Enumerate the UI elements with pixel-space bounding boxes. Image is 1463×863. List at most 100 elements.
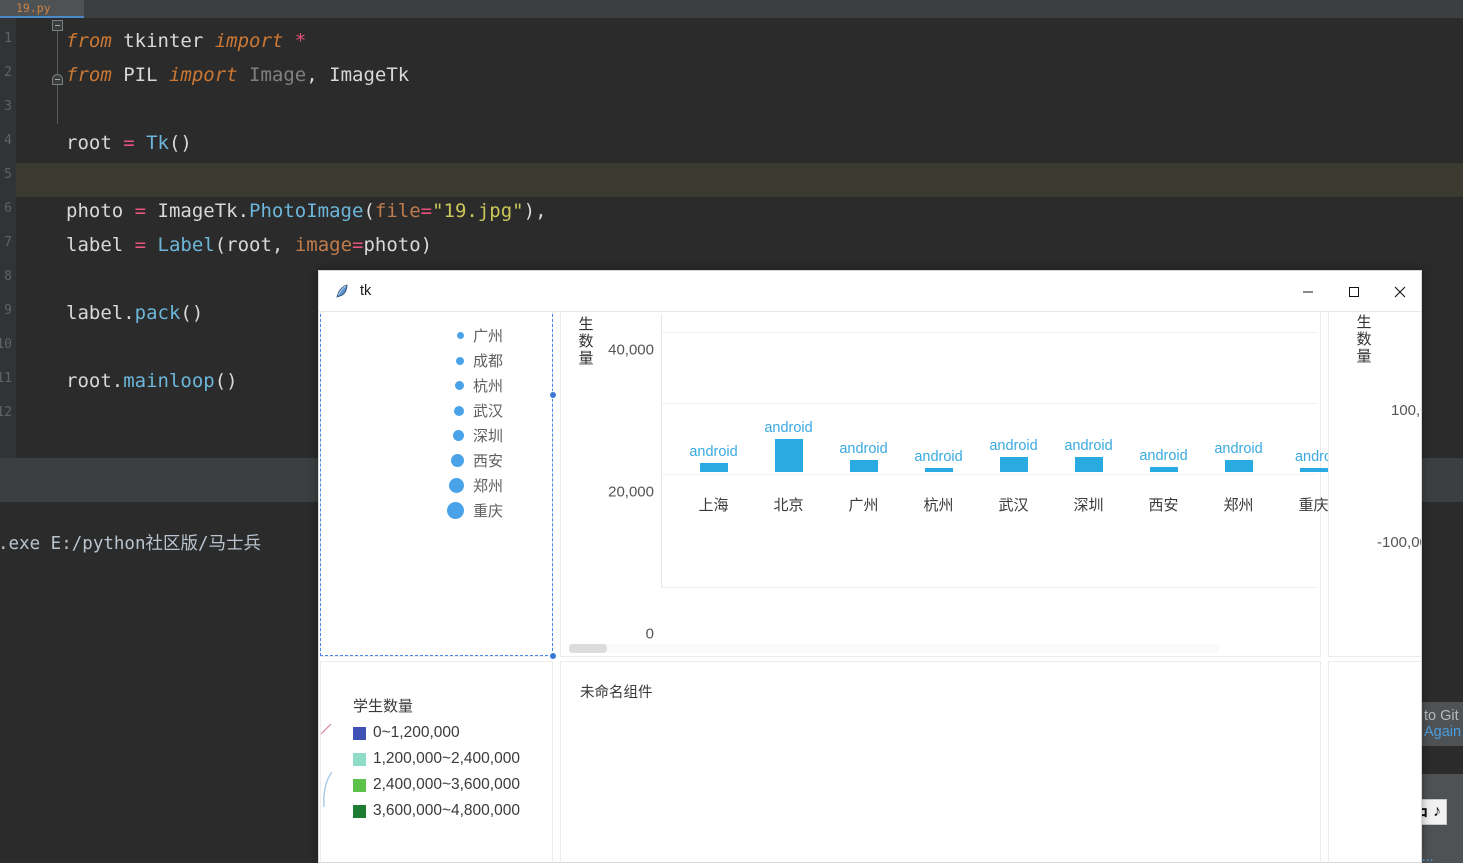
bubble-marker-icon (454, 405, 464, 416)
chart-horizontal-scrollbar[interactable] (569, 644, 1219, 653)
bar-group[interactable]: android 郑州 (1201, 312, 1276, 587)
bubble-marker-icon (449, 478, 464, 493)
map-fragment (319, 712, 333, 822)
bar[interactable] (1074, 456, 1103, 472)
minimize-button[interactable] (1285, 271, 1331, 312)
x-axis-tick-label: 杭州 (923, 497, 954, 514)
bar[interactable] (774, 439, 803, 472)
bar[interactable] (1299, 468, 1328, 472)
tk-title-bar[interactable]: tk (319, 271, 1421, 312)
close-button[interactable] (1377, 271, 1421, 312)
y-axis-tick-label: 40,000 (608, 341, 654, 359)
bar-group[interactable]: android 深圳 (1051, 312, 1126, 587)
choropleth-legend-item[interactable]: 1,200,000~2,400,000 (353, 750, 520, 768)
x-axis-tick-label: 深圳 (1073, 497, 1104, 514)
bubble-legend-item[interactable]: 成都 (447, 348, 503, 373)
tk-window[interactable]: tk 广州 成都 杭州 武汉 深圳 西安 郑州 重庆 生 数 量 0 20,00… (318, 270, 1422, 863)
bar-group[interactable]: android 广州 (826, 312, 901, 587)
bar[interactable] (1224, 459, 1253, 472)
bubble-legend-label: 广州 (473, 328, 504, 345)
dashboard-screenshot: 广州 成都 杭州 武汉 深圳 西安 郑州 重庆 生数量 0 20,000 40,000 andro… (319, 312, 1421, 862)
bubble-legend-item[interactable]: 重庆 (447, 498, 503, 523)
feather-icon (334, 283, 350, 299)
line-number: 9 (4, 303, 12, 318)
bubble-marker-icon (457, 332, 464, 339)
legend-range-label: 1,200,000~2,400,000 (373, 750, 520, 767)
bubble-marker-icon (455, 381, 464, 390)
legend-color-swatch (353, 752, 366, 766)
screen: 19.py 1 2 3 4 5 6 7 8 9 10 11 12 from tkinter impor… (0, 0, 1463, 863)
secondary-chart-tick-bottom: -100,00 (1377, 534, 1421, 551)
current-line-highlight (0, 163, 1463, 197)
bubble-marker-icon (451, 454, 464, 467)
choropleth-legend-card: 学生数量 0~1,200,000 1,200,000~2,400,000 2,400… (320, 661, 553, 862)
bar-group[interactable]: android 西安 (1126, 312, 1201, 587)
bubble-legend-item[interactable]: 深圳 (447, 423, 503, 448)
bar-value-label: android (839, 441, 888, 458)
bar-group[interactable]: android 北京 (751, 312, 826, 587)
bar-value-label: android (1064, 437, 1113, 454)
bar[interactable] (849, 460, 878, 472)
line-number: 11 (0, 371, 12, 386)
bubble-legend-label: 深圳 (473, 428, 504, 445)
scrollbar-thumb[interactable] (569, 644, 607, 653)
bubble-legend-list: 广州成都杭州武汉深圳西安郑州重庆 (447, 323, 503, 523)
choropleth-legend-item[interactable]: 3,600,000~4,800,000 (353, 802, 520, 820)
bubble-legend-label: 武汉 (473, 403, 504, 420)
editor-tab-strip: 19.py (0, 0, 1463, 18)
bar[interactable] (1149, 466, 1178, 472)
bar[interactable] (699, 462, 728, 472)
code-line: root.mainloop() (66, 370, 238, 392)
code-line: label.pack() (66, 302, 204, 324)
line-number: 12 (0, 405, 12, 420)
legend-color-swatch (353, 726, 366, 740)
bar-value-label: android (989, 438, 1038, 455)
bubble-legend-label: 郑州 (473, 478, 504, 495)
choropleth-legend-item[interactable]: 2,400,000~3,600,000 (353, 776, 520, 794)
empty-card (1328, 661, 1421, 862)
bubble-legend-item[interactable]: 杭州 (447, 373, 503, 398)
bar[interactable] (924, 468, 953, 472)
bar-group[interactable]: android 武汉 (976, 312, 1051, 587)
code-fold-guide (57, 22, 58, 124)
x-axis-tick-label: 北京 (773, 497, 804, 514)
maximize-button[interactable] (1331, 271, 1377, 312)
axis-title-char: 生 (578, 316, 594, 333)
editor-tab[interactable]: 19.py (0, 0, 84, 17)
unnamed-component-label: 未命名组件 (580, 685, 653, 701)
bar-group[interactable]: android 杭州 (901, 312, 976, 587)
bubble-marker-icon (447, 502, 464, 519)
legend-range-label: 0~1,200,000 (373, 724, 460, 741)
bar[interactable] (999, 457, 1028, 472)
bubble-legend-item[interactable]: 郑州 (447, 473, 503, 498)
bubble-legend-card: 广州成都杭州武汉深圳西安郑州重庆 (320, 312, 553, 657)
tk-window-controls (1285, 271, 1421, 312)
line-number: 5 (4, 167, 12, 182)
axis-title-char: 数 (578, 333, 594, 350)
bubble-legend-item[interactable]: 西安 (447, 448, 503, 473)
bubble-legend-item[interactable]: 广州 (447, 323, 503, 348)
code-fold-icon[interactable] (52, 20, 63, 31)
code-line: root = Tk() (66, 132, 192, 154)
ime-extra-icon[interactable]: ♪ (1433, 803, 1441, 821)
bar-value-label: android (1139, 447, 1188, 464)
selection-handle[interactable] (549, 652, 557, 660)
selection-handle[interactable] (549, 391, 557, 399)
secondary-chart-tick-top: 100,00 (1391, 402, 1421, 419)
git-notification-text: to Git (1424, 708, 1459, 724)
git-notification-link[interactable]: Again (1424, 724, 1461, 740)
y-axis-tick-label: 0 (645, 625, 654, 643)
bubble-legend-label: 杭州 (473, 378, 504, 395)
bar-value-label: andro (1294, 449, 1333, 465)
line-number: 2 (4, 65, 12, 80)
choropleth-legend-item[interactable]: 0~1,200,000 (353, 724, 460, 742)
code-fold-icon[interactable] (52, 74, 63, 85)
x-axis-tick-label: 西安 (1148, 497, 1179, 514)
code-line: from PIL import Image, ImageTk (66, 64, 410, 86)
bubble-legend-label: 西安 (473, 453, 504, 470)
bubble-legend-item[interactable]: 武汉 (447, 398, 503, 423)
legend-range-label: 2,400,000~3,600,000 (373, 776, 520, 793)
axis-title-char: 数 (1356, 331, 1372, 348)
line-number: 1 (4, 31, 12, 46)
bar-group[interactable]: android 上海 (676, 312, 751, 587)
